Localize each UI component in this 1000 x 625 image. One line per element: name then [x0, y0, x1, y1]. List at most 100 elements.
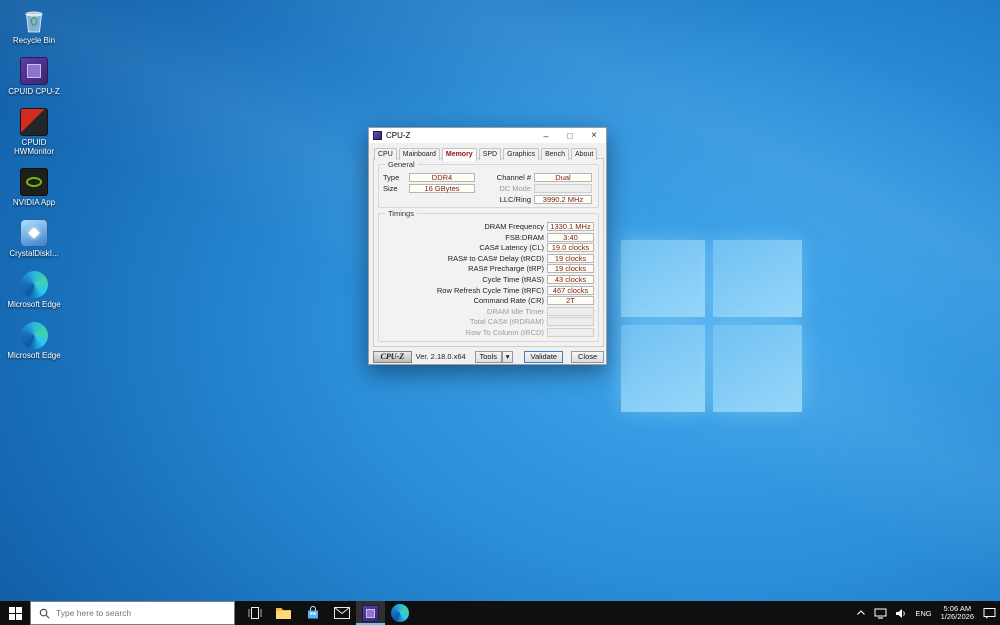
tab-cpu[interactable]: CPU — [374, 148, 397, 160]
timing-row: Cycle Time (tRAS) 43 clocks — [383, 274, 594, 284]
file-explorer-button[interactable] — [269, 601, 298, 625]
field-label: FSB:DRAM — [505, 232, 544, 242]
timing-value: 19 clocks — [547, 264, 594, 274]
desktop-icon-hwmonitor[interactable]: CPUID HWMonitor — [1, 108, 67, 156]
dc-mode-row: DC Mode — [487, 184, 595, 193]
timing-value — [547, 306, 594, 316]
desktop-icon-label: CPUID HWMonitor — [13, 138, 54, 156]
edge-icon — [390, 604, 409, 622]
timing-value: 2T — [547, 296, 594, 306]
file-explorer-icon — [276, 608, 291, 619]
taskbar-cpuz-button[interactable] — [356, 601, 385, 625]
windows-logo-pane — [713, 325, 802, 412]
llc-ring-row: LLC/Ring 3990.2 MHz — [487, 195, 595, 204]
volume-status[interactable] — [891, 601, 911, 625]
mail-button[interactable] — [327, 601, 356, 625]
desktop-icon-label: Recycle Bin — [12, 36, 56, 45]
caption-buttons: – × — [534, 128, 606, 143]
desktop-icon-label: Microsoft Edge — [7, 351, 61, 360]
desktop-icon-edge-2[interactable]: Microsoft Edge — [1, 321, 67, 360]
validate-button[interactable]: Validate — [524, 350, 564, 363]
tab-bench[interactable]: Bench — [541, 148, 569, 160]
timings-rows: DRAM Frequency 1330.1 MHz FSB:DRAM 3:40 … — [383, 222, 594, 337]
taskbar-edge-button[interactable] — [385, 601, 414, 625]
action-center-button[interactable] — [979, 601, 1000, 625]
sparkle-icon — [28, 227, 40, 239]
windows-logo-pane — [713, 240, 802, 317]
timings-group: Timings DRAM Frequency 1330.1 MHz FSB:DR… — [378, 209, 599, 342]
field-label: LLC/Ring — [499, 195, 531, 204]
field-label: DRAM Idle Timer — [486, 306, 544, 316]
llc-ring-value: 3990.2 MHz — [534, 195, 592, 204]
window-footer: CPU-Z Ver. 2.18.0.x64 Tools ▾ Validate C… — [373, 350, 605, 363]
tab-bar: CPU Mainboard Memory SPD Graphics Bench … — [374, 147, 606, 161]
tab-about[interactable]: About — [570, 148, 598, 160]
desktop-icon-label: Microsoft Edge — [7, 300, 61, 309]
field-label: CAS# Latency (CL) — [479, 243, 544, 253]
desktop-icon-recycle-bin[interactable]: Recycle Bin — [1, 6, 67, 45]
tools-button[interactable]: Tools — [474, 350, 502, 363]
cpuz-icon — [20, 57, 48, 85]
timing-row: CAS# Latency (CL) 19.0 clocks — [383, 243, 594, 253]
minimize-button[interactable]: – — [534, 128, 558, 143]
timing-value: 43 clocks — [547, 274, 594, 284]
field-label: Type — [383, 173, 400, 182]
desktop-icon-edge-1[interactable]: Microsoft Edge — [1, 270, 67, 309]
title-bar[interactable]: CPU-Z – × — [369, 128, 606, 143]
memory-tab-panel: General Type DDR4 Size 16 GBytes Channel… — [373, 158, 604, 347]
tab-graphics[interactable]: Graphics — [503, 148, 540, 160]
microsoft-store-button[interactable] — [298, 601, 327, 625]
windows-wallpaper-logo — [621, 240, 802, 412]
cpuz-logo: CPU-Z — [373, 350, 412, 363]
start-button[interactable] — [0, 601, 30, 625]
desktop-icon-label: CrystalDiskI... — [9, 249, 59, 258]
close-window-button[interactable]: Close — [571, 350, 605, 363]
desktop-icon-cpuz[interactable]: CPUID CPU-Z — [1, 57, 67, 96]
language-indicator[interactable]: ENG — [911, 601, 935, 625]
timing-row: DRAM Frequency 1330.1 MHz — [383, 222, 594, 231]
taskbar-search[interactable] — [30, 601, 235, 625]
channel-value: Dual — [534, 173, 592, 182]
windows-logo-pane — [621, 240, 705, 317]
desktop: Recycle Bin CPUID CPU-Z CPUID HWMonitor … — [0, 0, 1000, 625]
task-view-icon — [247, 607, 262, 619]
field-label: Channel # — [496, 173, 531, 182]
desktop-icon-label: CPUID CPU-Z — [8, 87, 60, 96]
cpuz-icon — [362, 604, 379, 622]
field-label: Command Rate (CR) — [473, 296, 544, 306]
general-right-column: Channel # Dual DC Mode LLC/Ring 3990.2 M… — [487, 173, 595, 204]
timing-value: 3:40 — [547, 232, 594, 242]
nvidia-icon — [20, 168, 48, 196]
hwmonitor-icon — [20, 108, 48, 136]
timing-value: 19.0 clocks — [547, 243, 594, 253]
tray-expand-button[interactable] — [852, 601, 870, 625]
clock[interactable]: 5:06 AM 1/26/2026 — [936, 601, 979, 625]
search-input[interactable] — [56, 608, 216, 618]
cpuz-app-icon — [373, 131, 382, 140]
timing-row: Row Refresh Cycle Time (tRFC) 467 clocks — [383, 285, 594, 295]
tab-spd[interactable]: SPD — [478, 148, 502, 160]
speaker-icon — [896, 608, 906, 618]
field-label: DRAM Frequency — [484, 222, 544, 231]
network-status[interactable] — [870, 601, 891, 625]
close-button[interactable]: × — [582, 128, 606, 143]
tab-memory[interactable]: Memory — [441, 148, 477, 161]
task-view-button[interactable] — [240, 601, 269, 625]
taskbar-app-icons — [240, 601, 414, 625]
mail-icon — [333, 607, 350, 619]
dc-mode-value — [534, 184, 592, 193]
tab-mainboard[interactable]: Mainboard — [398, 148, 440, 160]
timing-row: Total CAS# (tRDRAM) — [383, 317, 594, 327]
edge-swirl-icon — [20, 270, 48, 298]
desktop-icon-nvidia[interactable]: NVIDIA App — [1, 168, 67, 207]
tools-dropdown-button[interactable]: ▾ — [501, 350, 514, 363]
channel-row: Channel # Dual — [487, 173, 595, 182]
desktop-icon-crystaldiskinfo[interactable]: CrystalDiskI... — [1, 219, 67, 258]
general-group: General Type DDR4 Size 16 GBytes Channel… — [378, 160, 599, 208]
timing-value: 19 clocks — [547, 253, 594, 263]
maximize-icon — [567, 132, 573, 139]
memory-type-value: DDR4 — [409, 173, 475, 182]
field-label: Row Refresh Cycle Time (tRFC) — [436, 285, 544, 295]
clock-date: 1/26/2026 — [940, 612, 974, 621]
maximize-button[interactable] — [558, 128, 582, 143]
